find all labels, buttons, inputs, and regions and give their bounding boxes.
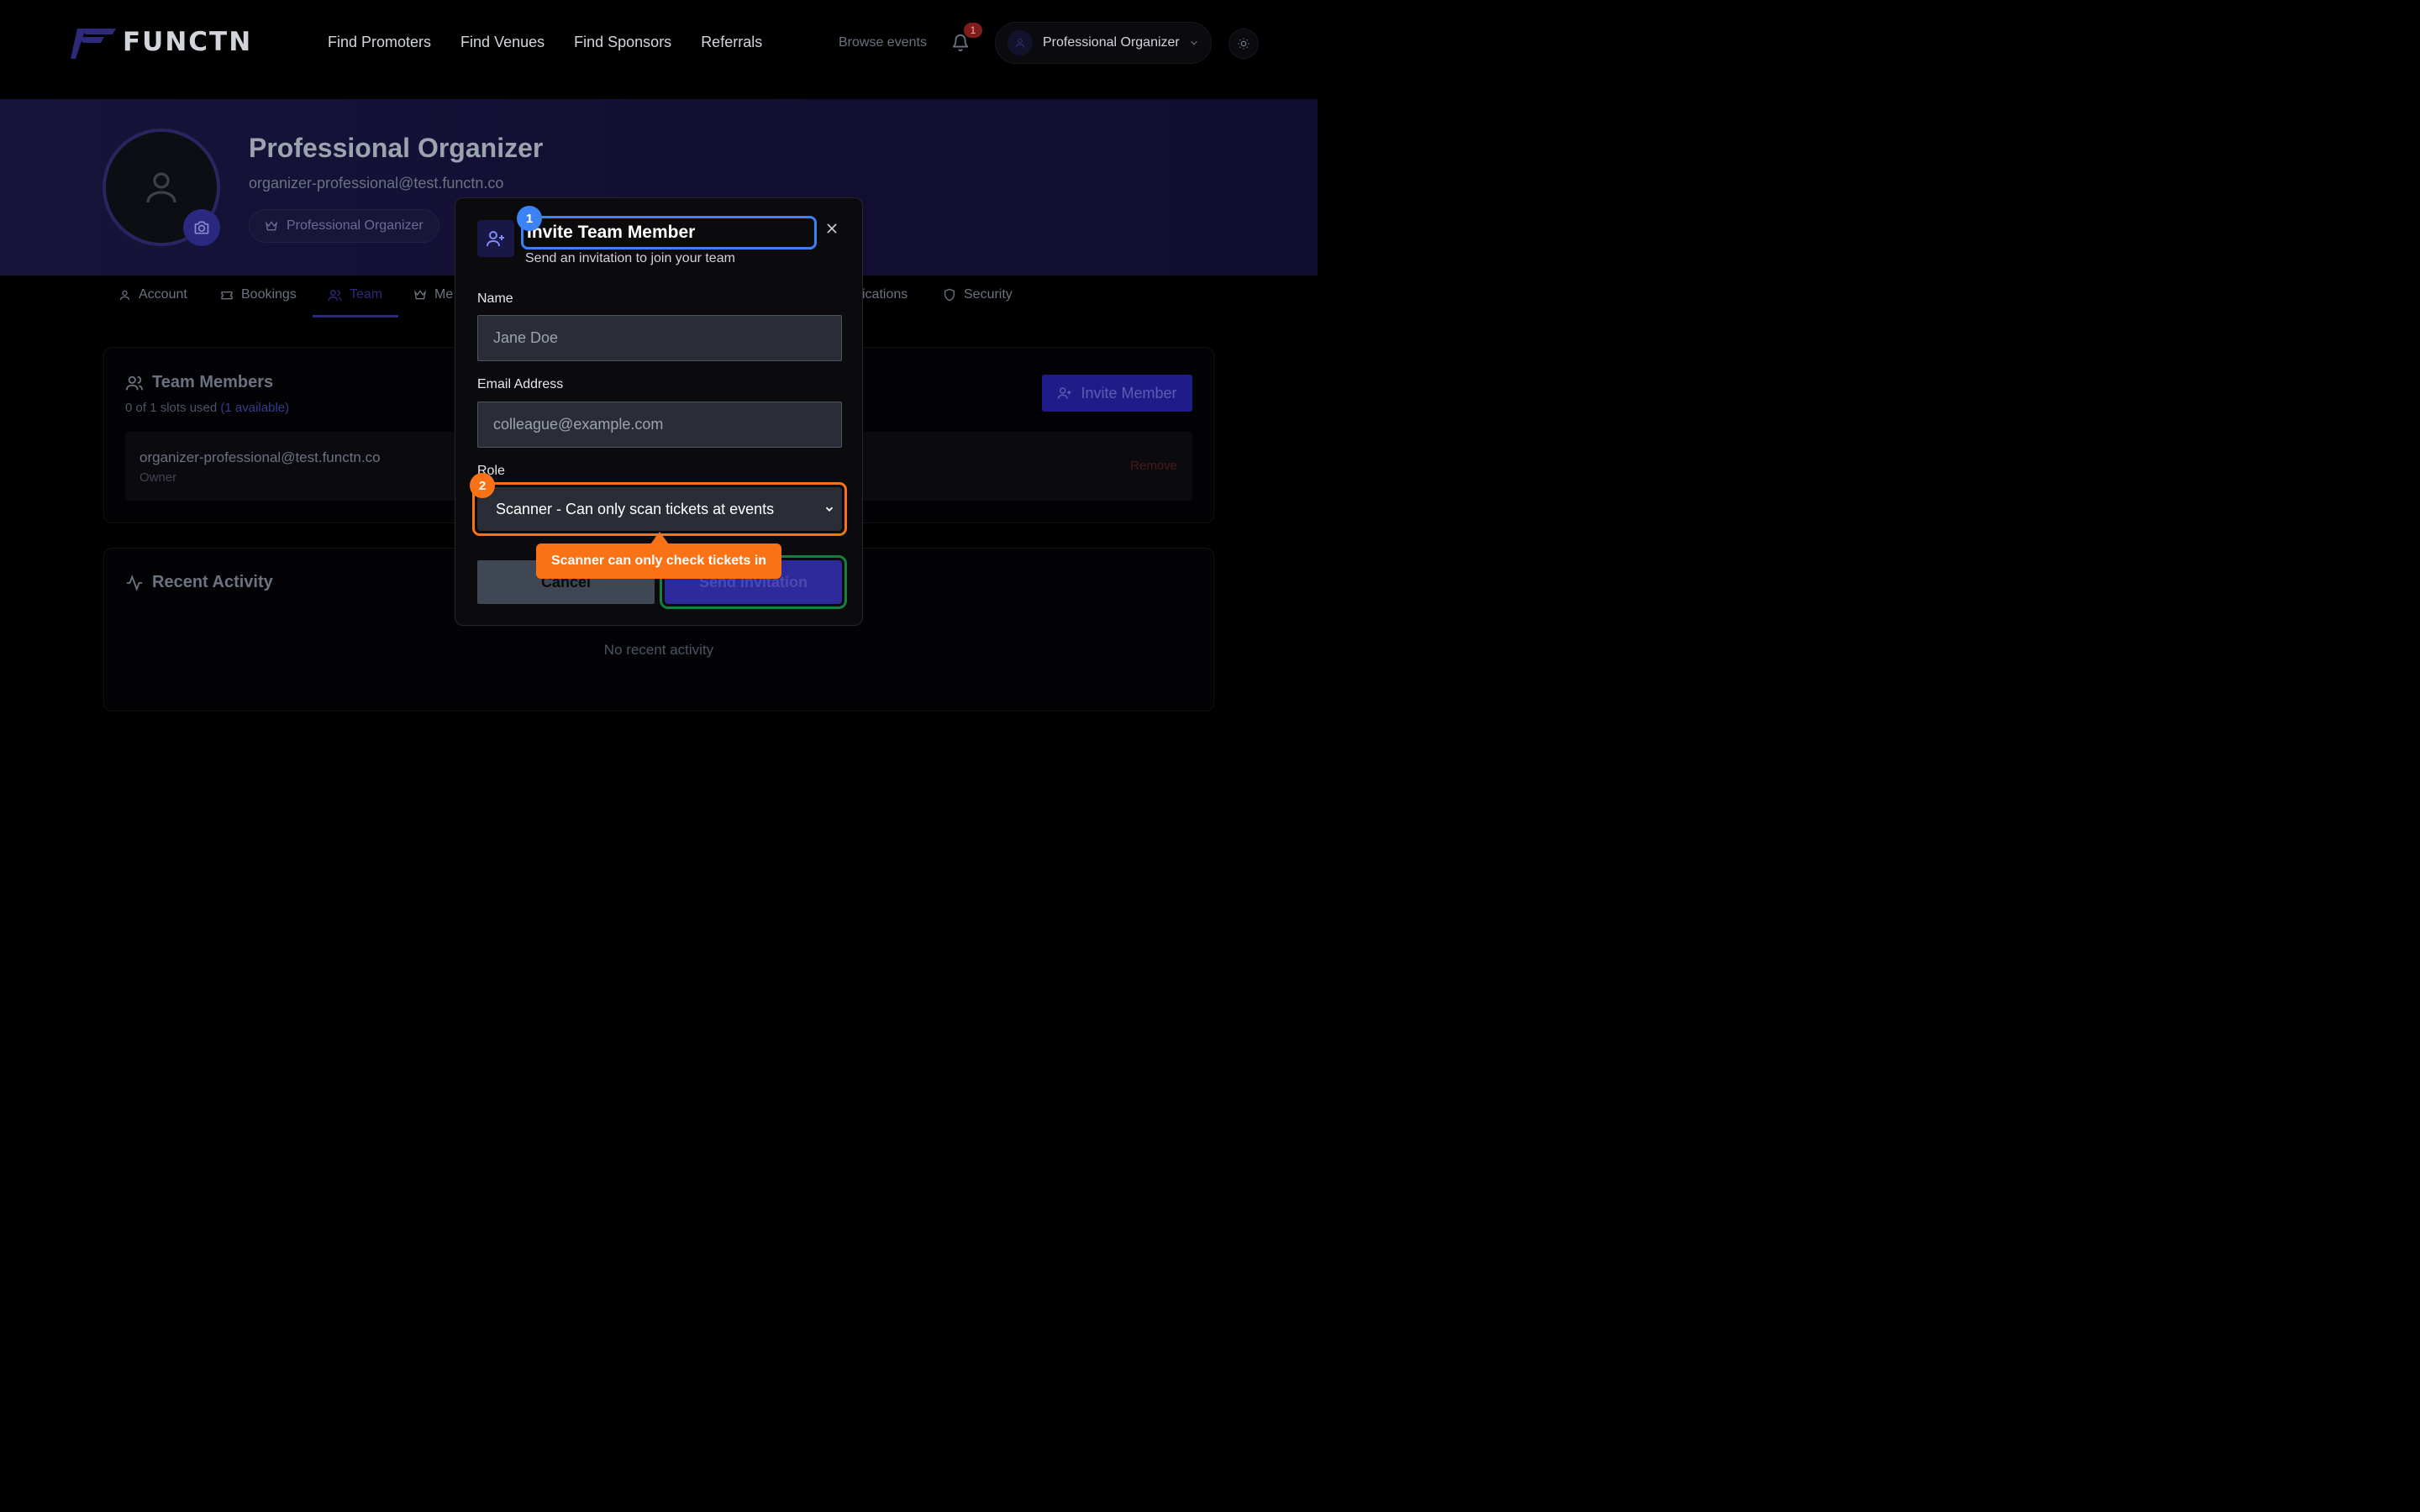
tab-security[interactable]: Security [943, 287, 1013, 302]
notification-badge: 1 [964, 23, 982, 38]
tab-label: Security [964, 287, 1013, 302]
nav-find-venues[interactable]: Find Venues [460, 34, 544, 51]
functn-logo-icon [71, 29, 116, 59]
scanner-role-tooltip: Scanner can only check tickets in [536, 543, 781, 579]
member-role: Owner [139, 470, 177, 485]
tab-team[interactable]: Team [328, 287, 382, 302]
role-select-value: Scanner - Can only scan tickets at event… [496, 500, 775, 517]
recent-activity-title: Recent Activity [152, 573, 273, 591]
email-input[interactable] [477, 402, 842, 448]
tab-account[interactable]: Account [118, 287, 187, 302]
close-icon [827, 223, 837, 234]
tab-label: Team [350, 287, 383, 302]
user-icon [1015, 38, 1025, 48]
member-email: organizer-professional@test.functn.co [139, 449, 381, 465]
user-menu-button[interactable]: Professional Organizer [995, 22, 1212, 64]
modal-subtitle: Send an invitation to join your team [525, 251, 735, 265]
recent-activity-heading: Recent Activity [125, 573, 273, 592]
user-plus-icon [487, 231, 504, 247]
invite-member-button[interactable]: Invite Member [1042, 375, 1192, 412]
step-marker-2: 2 [470, 473, 495, 498]
team-members-title: Team Members [152, 373, 274, 391]
tab-bookings[interactable]: Bookings [220, 287, 297, 302]
camera-icon [194, 221, 209, 234]
chevron-down-icon [1190, 40, 1197, 45]
browse-events-link[interactable]: Browse events [839, 35, 927, 50]
team-members-heading: Team Members [125, 373, 273, 392]
email-label: Email Address [477, 377, 564, 391]
change-photo-button[interactable] [183, 209, 220, 246]
user-plus-icon [1058, 387, 1071, 399]
modal-header-icon [477, 220, 514, 257]
tab-label: Account [139, 287, 187, 302]
ticket-icon [221, 291, 233, 300]
user-icon [119, 290, 130, 300]
tab-label: ications [862, 287, 908, 302]
user-avatar [1007, 30, 1033, 55]
logo-text: FUNCTN [123, 27, 253, 57]
crown-icon [265, 221, 278, 231]
role-select[interactable]: Scanner - Can only scan tickets at event… [477, 487, 842, 531]
nav-find-promoters[interactable]: Find Promoters [328, 34, 431, 51]
user-menu-label: Professional Organizer [1043, 35, 1180, 50]
crown-icon [413, 290, 427, 300]
theme-toggle-button[interactable] [1228, 29, 1259, 59]
nav-find-sponsors[interactable]: Find Sponsors [574, 34, 671, 51]
functn-logo[interactable]: FUNCTN [71, 25, 252, 59]
tab-label: Bookings [241, 287, 297, 302]
name-label: Name [477, 291, 513, 306]
role-chip: Professional Organizer [249, 209, 439, 243]
slots-used-text: 0 of 1 slots used [125, 401, 218, 415]
close-button[interactable] [822, 218, 842, 239]
nav-referrals[interactable]: Referrals [701, 34, 762, 51]
users-icon [125, 375, 144, 390]
tab-label: Me [434, 287, 454, 302]
no-activity-text: No recent activity [603, 642, 714, 658]
active-tab-indicator [313, 315, 398, 318]
sun-icon [1238, 38, 1249, 50]
profile-email: organizer-professional@test.functn.co [249, 175, 504, 192]
user-placeholder-icon [146, 172, 176, 203]
activity-icon [126, 574, 143, 591]
slots-available-text: (1 available) [220, 401, 290, 415]
chevron-down-icon [825, 507, 834, 512]
role-chip-label: Professional Organizer [287, 218, 424, 233]
tooltip-arrow [650, 532, 669, 544]
invite-member-label: Invite Member [1081, 384, 1177, 402]
tab-notifications[interactable]: ications [862, 287, 908, 302]
tab-membership[interactable]: Me [413, 287, 453, 302]
remove-member-link[interactable]: Remove [1130, 459, 1177, 473]
name-input[interactable] [477, 315, 842, 361]
step-marker-1: 1 [517, 206, 542, 231]
modal-title: Invite Team Member [521, 216, 817, 249]
main-nav: Find Promoters Find Venues Find Sponsors… [328, 34, 762, 51]
role-select-highlight: Scanner - Can only scan tickets at event… [472, 482, 847, 536]
slots-usage: 0 of 1 slots used (1 available) [125, 401, 289, 415]
profile-name: Professional Organizer [249, 133, 544, 163]
top-navigation-bar: FUNCTN Find Promoters Find Venues Find S… [0, 0, 1318, 99]
users-icon [328, 289, 342, 301]
shield-icon [944, 288, 955, 302]
